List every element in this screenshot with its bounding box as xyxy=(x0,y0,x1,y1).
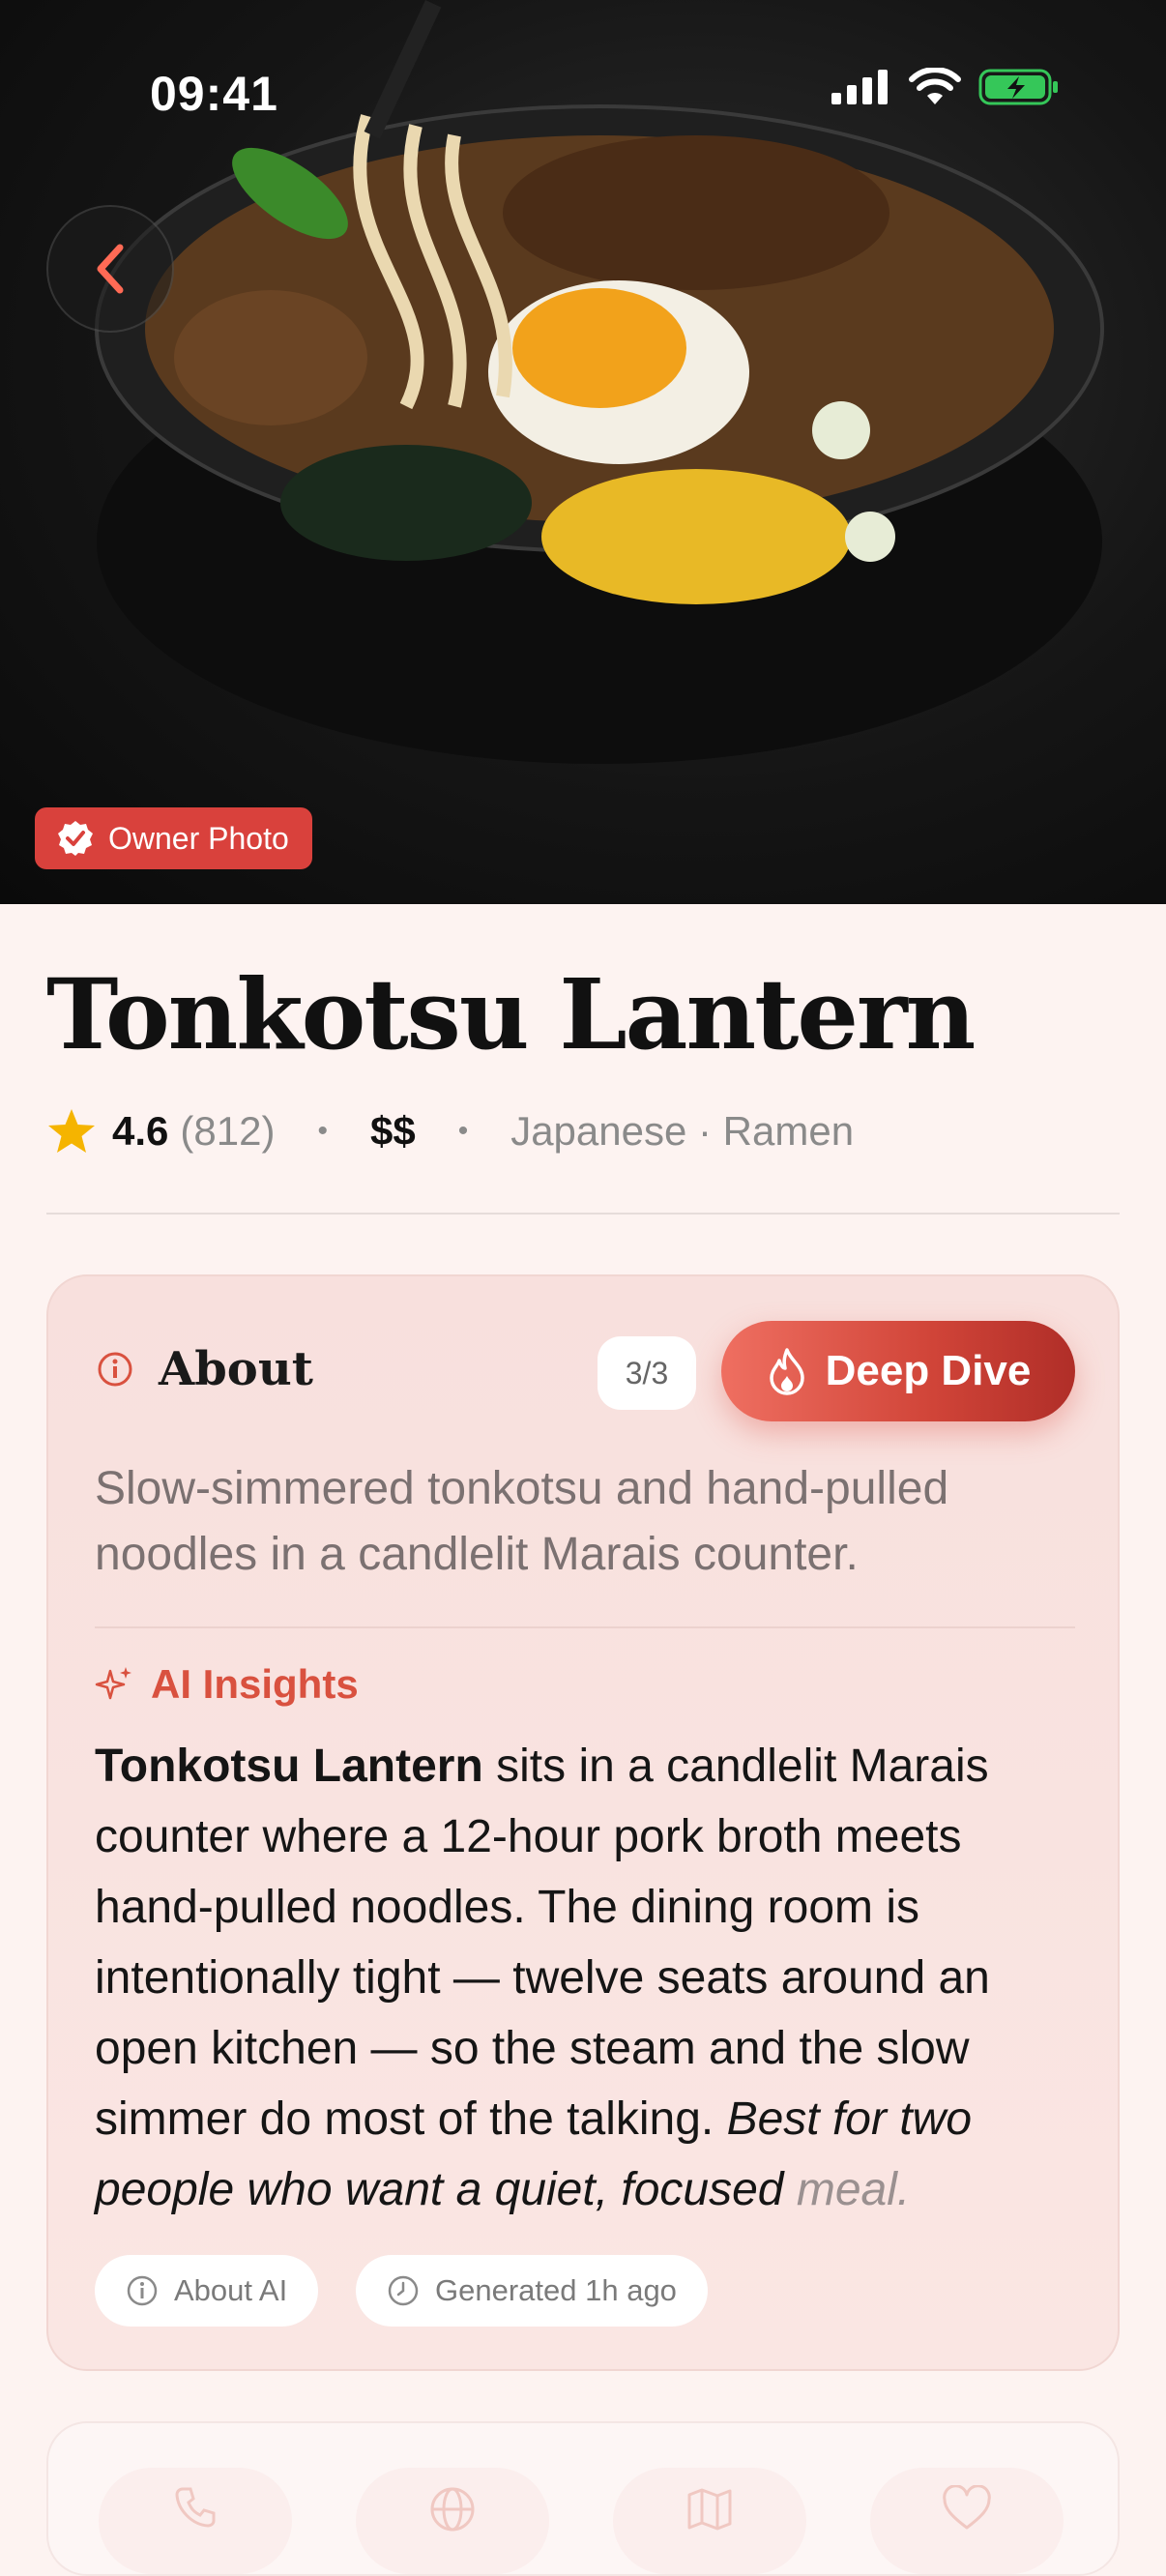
deep-dive-label: Deep Dive xyxy=(825,1347,1032,1394)
cuisine-tags: Japanese · Ramen xyxy=(510,1108,855,1154)
clock-icon xyxy=(388,2275,419,2306)
map-icon xyxy=(687,2488,732,2531)
verified-check-icon xyxy=(58,821,93,856)
sparkle-icon xyxy=(95,1667,131,1700)
status-bar: 09:41 xyxy=(0,58,1166,135)
call-button[interactable] xyxy=(99,2468,292,2574)
deep-dive-button[interactable]: Deep Dive xyxy=(721,1321,1075,1421)
restaurant-meta: 4.6 (812) • $$ • Japanese · Ramen xyxy=(46,1102,854,1160)
rating-value: 4.6 xyxy=(112,1108,169,1154)
separator-dot: • xyxy=(317,1115,328,1147)
map-button[interactable] xyxy=(613,2468,806,2574)
about-card: About 3/3 Deep Dive Slow-simmered tonkot… xyxy=(46,1274,1120,2371)
status-time: 09:41 xyxy=(150,67,278,121)
favorite-button[interactable] xyxy=(870,2468,1064,2574)
hero-photo: 09:41 Owner Photo xyxy=(0,0,1166,904)
owner-photo-badge: Owner Photo xyxy=(35,807,312,869)
separator-dot: • xyxy=(457,1115,469,1147)
divider xyxy=(46,1213,1120,1215)
star-icon xyxy=(48,1109,95,1153)
ai-insights-title: AI Insights xyxy=(151,1661,359,1707)
review-count: (812) xyxy=(180,1108,276,1154)
about-description: Slow-simmered tonkotsu and hand-pulled n… xyxy=(95,1463,949,1580)
ai-insights-text: Tonkotsu Lantern sits in a candlelit Mar… xyxy=(95,1731,1081,2225)
ramen-bowl-photo xyxy=(95,0,1104,764)
restaurant-name: Tonkotsu Lantern xyxy=(46,957,976,1071)
ai-insights-body: sits in a candlelit Marais counter where… xyxy=(95,1741,990,2145)
about-title: About xyxy=(159,1342,313,1396)
info-icon xyxy=(127,2275,158,2306)
owner-photo-label: Owner Photo xyxy=(108,820,289,856)
website-button[interactable] xyxy=(356,2468,549,2574)
generated-time-label: Generated 1h ago xyxy=(435,2273,677,2307)
info-icon xyxy=(98,1352,132,1387)
about-ai-label: About AI xyxy=(174,2273,288,2307)
divider xyxy=(95,1626,1075,1628)
heart-icon xyxy=(943,2485,991,2530)
chevron-left-icon xyxy=(97,244,124,294)
action-bar xyxy=(46,2421,1120,2576)
page-counter: 3/3 xyxy=(598,1336,696,1410)
signal-icon xyxy=(831,70,888,104)
wifi-icon xyxy=(909,68,961,104)
phone-icon xyxy=(175,2487,216,2528)
ai-insights-faded: meal. xyxy=(783,2164,911,2215)
ai-insights-bold: Tonkotsu Lantern xyxy=(95,1741,483,1792)
battery-icon xyxy=(978,69,1058,105)
flame-icon xyxy=(769,1348,804,1395)
ai-insights-header: AI Insights xyxy=(95,1661,359,1708)
back-button[interactable] xyxy=(46,205,174,333)
generated-time-chip: Generated 1h ago xyxy=(356,2255,708,2327)
about-ai-chip[interactable]: About AI xyxy=(95,2255,319,2327)
globe-icon xyxy=(430,2487,475,2532)
price-level: $$ xyxy=(369,1108,416,1154)
